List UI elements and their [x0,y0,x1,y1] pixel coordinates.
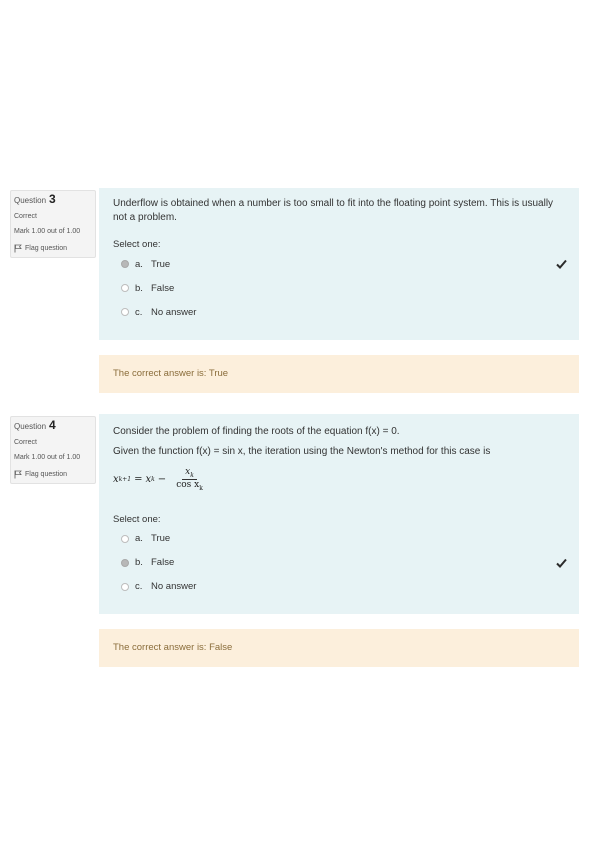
denominator-expr: cos x [176,479,200,490]
option-letter: c. [135,306,143,318]
question-info-3: Question 3 Correct Mark 1.00 out of 1.00 … [10,190,96,258]
feedback-3: The correct answer is: True [99,355,579,393]
option-label: No answer [151,306,197,318]
formula-rhs-sub: k [151,475,155,483]
radio-icon[interactable] [121,308,129,316]
option-label: True [151,533,171,545]
flag-question-link[interactable]: Flag question [14,244,92,253]
radio-icon[interactable] [121,534,129,543]
check-icon [556,558,567,568]
option-letter: b. [135,282,143,294]
radio-icon[interactable] [121,284,129,292]
radio-icon[interactable] [121,260,129,268]
answer-option-c[interactable]: c. No answer [113,300,565,324]
numerator-sub: k [190,471,194,479]
option-letter: a. [135,533,143,545]
question-text: Consider the problem of finding the root… [113,426,400,437]
radio-icon[interactable] [121,558,129,567]
radio-icon[interactable] [121,582,129,591]
question-heading: Question 4 [14,418,92,432]
flag-icon [14,244,22,253]
formula-lhs-sub: k+1 [118,475,132,483]
question-mark: Mark 1.00 out of 1.00 [14,228,81,235]
question-number: 4 [49,418,56,432]
answer-option-a[interactable]: a. True [113,252,567,276]
question-label: Question [14,422,47,431]
formula-numerator: xk [182,467,197,480]
flag-question-label: Flag question [25,245,68,252]
question-text: Underflow is obtained when a number is t… [113,198,554,223]
option-label: False [151,282,175,294]
option-letter: b. [135,557,143,569]
formula-minus: − [157,473,167,485]
question-mark: Mark 1.00 out of 1.00 [14,454,81,461]
option-label: No answer [151,581,197,593]
option-letter: a. [135,258,143,270]
answer-option-c[interactable]: c. No answer [113,575,565,599]
option-label: True [151,258,171,270]
formula-equals: = [134,473,143,485]
flag-question-label: Flag question [25,471,68,478]
formula-fraction: xk cos xk [173,467,206,492]
question-info-4: Question 4 Correct Mark 1.00 out of 1.00 … [10,416,96,484]
option-letter: c. [135,581,143,593]
question-text-2: Given the function f(x) = sin x, the ite… [113,446,491,457]
check-icon [556,259,567,269]
flag-question-link[interactable]: Flag question [14,470,92,479]
select-one-label: Select one: [113,513,161,525]
answer-option-b[interactable]: b. False [113,551,567,575]
answer-option-b[interactable]: b. False [113,276,565,300]
question-label: Question [14,196,47,205]
question-content-4: Consider the problem of finding the root… [99,414,579,614]
question-content-3: Underflow is obtained when a number is t… [99,188,579,340]
question-number: 3 [49,192,56,206]
answer-option-a[interactable]: a. True [113,527,565,551]
denominator-sub: k [199,484,203,492]
formula-denominator: cos xk [173,480,206,492]
question-heading: Question 3 [14,192,92,206]
option-label: False [151,557,175,569]
question-state: Correct [14,213,37,220]
select-one-label: Select one: [113,239,161,250]
feedback-4: The correct answer is: False [99,629,579,667]
question-state: Correct [14,439,37,446]
newton-formula: x k+1 = xk − xk cos xk [113,467,565,492]
flag-icon [14,470,22,479]
